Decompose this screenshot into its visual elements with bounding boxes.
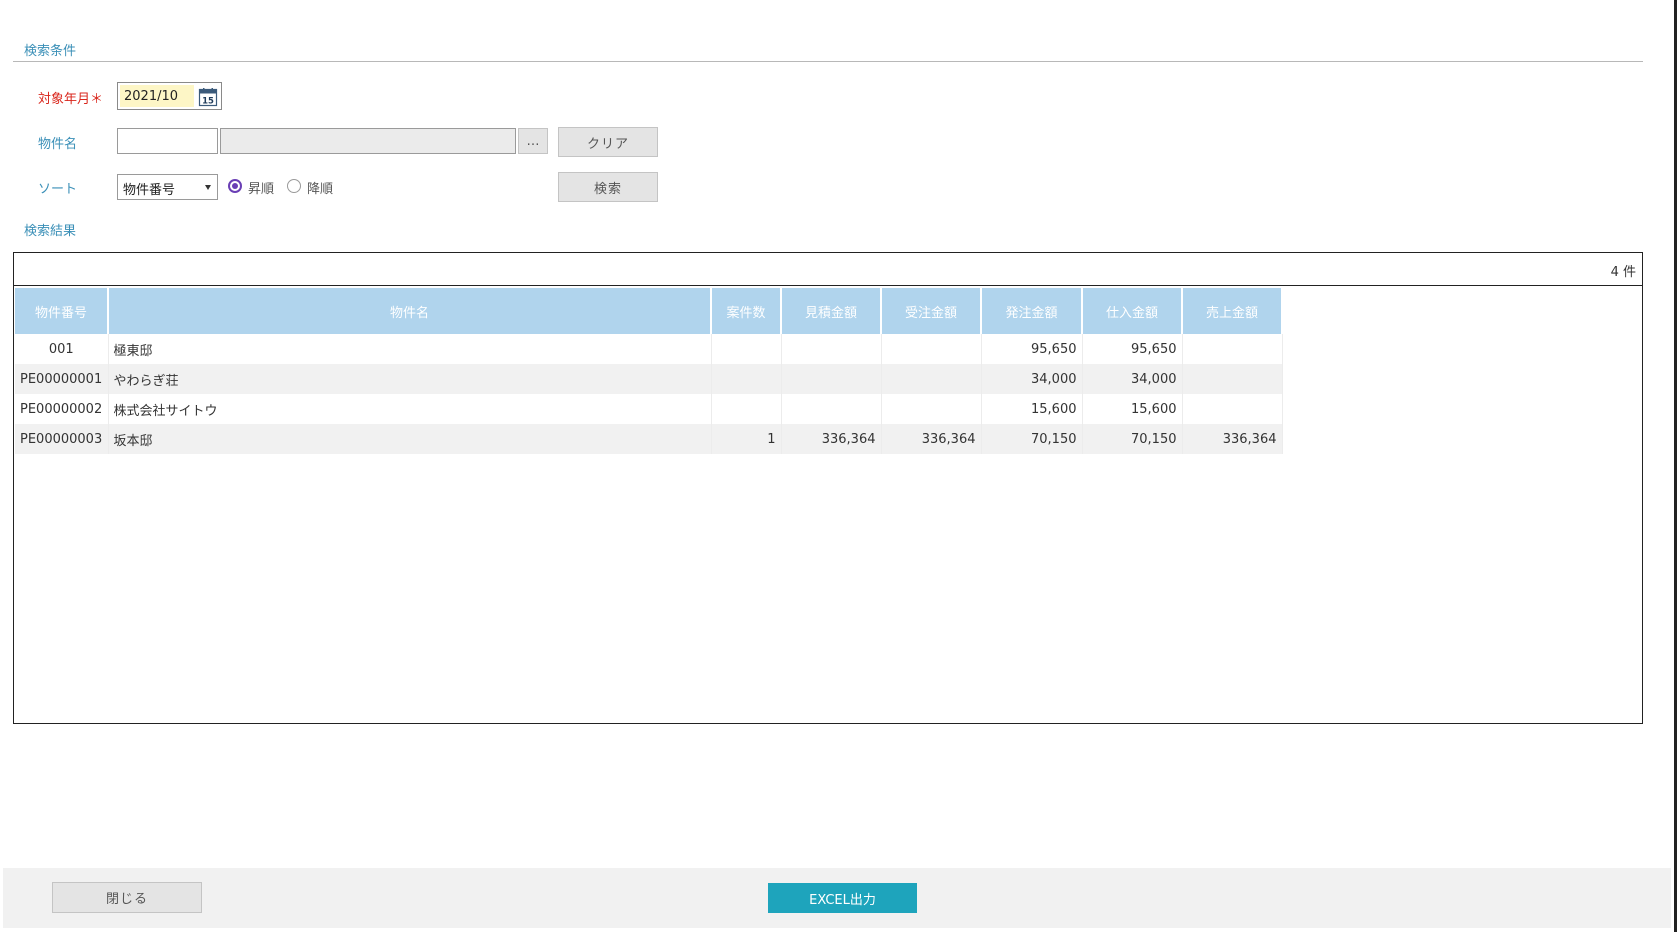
results-table: 物件番号 物件名 案件数 見積金額 受注金額 発注金額 仕入金額 売上金額 00… (15, 288, 1283, 454)
target-month-field: 15 (117, 82, 222, 110)
cell-case-count: 1 (711, 424, 782, 454)
results-panel: 4 件 物件番号 物件名 案件数 見積金額 受注金額 発注金額 仕入金額 売上金… (13, 252, 1643, 724)
result-count: 4 件 (1610, 265, 1636, 280)
cell-order-placed-amount: 95,650 (981, 334, 1083, 364)
search-conditions-title: 検索条件 (24, 44, 77, 59)
cell-order-received-amount: 336,364 (881, 424, 982, 454)
cell-order-placed-amount: 34,000 (981, 364, 1083, 394)
sort-descending-radio[interactable] (287, 179, 301, 193)
sort-select-value: 物件番号 (123, 183, 176, 198)
cell-purchase-amount: 34,000 (1082, 364, 1183, 394)
table-header-row: 物件番号 物件名 案件数 見積金額 受注金額 発注金額 仕入金額 売上金額 (15, 288, 1283, 334)
section-divider (13, 61, 1643, 62)
cell-property-code: PE00000003 (15, 424, 109, 454)
cell-property-code: PE00000002 (15, 394, 109, 424)
cell-sales-amount (1182, 334, 1283, 364)
cell-order-received-amount (881, 364, 982, 394)
cell-order-received-amount (881, 334, 982, 364)
sort-label: ソート (38, 182, 78, 197)
cell-property-name: 極東邸 (108, 334, 712, 364)
table-row[interactable]: PE00000003 坂本邸 1 336,364 336,364 70,150 … (15, 424, 1283, 454)
calendar-icon[interactable]: 15 (198, 87, 218, 107)
cell-property-code: 001 (15, 334, 109, 364)
cell-order-received-amount (881, 394, 982, 424)
table-row[interactable]: 001 極東邸 95,650 95,650 (15, 334, 1283, 364)
column-header-purchase-amount[interactable]: 仕入金額 (1082, 288, 1183, 334)
cell-order-placed-amount: 70,150 (981, 424, 1083, 454)
column-header-estimate-amount[interactable]: 見積金額 (781, 288, 882, 334)
column-header-property-code[interactable]: 物件番号 (15, 288, 109, 334)
search-results-title: 検索結果 (24, 224, 77, 239)
cell-case-count (711, 364, 782, 394)
cell-property-name: やわらぎ荘 (108, 364, 712, 394)
cell-property-name: 坂本邸 (108, 424, 712, 454)
sort-select[interactable]: 物件番号 (117, 174, 218, 200)
cell-estimate-amount (781, 394, 882, 424)
sort-descending-label[interactable]: 降順 (307, 178, 333, 197)
cell-estimate-amount (781, 334, 882, 364)
svg-text:15: 15 (202, 97, 214, 107)
cell-sales-amount (1182, 364, 1283, 394)
search-button[interactable]: 検索 (558, 172, 658, 202)
column-header-sales-amount[interactable]: 売上金額 (1182, 288, 1283, 334)
target-month-input[interactable] (120, 85, 194, 107)
dropdown-arrow-icon (205, 185, 211, 190)
close-button[interactable]: 閉じる (52, 882, 202, 913)
target-month-label: 対象年月＊ (38, 92, 104, 107)
sort-ascending-radio[interactable] (228, 179, 242, 193)
sort-ascending-label[interactable]: 昇順 (248, 178, 274, 197)
property-lookup-button[interactable]: … (518, 128, 548, 154)
table-row[interactable]: PE00000001 やわらぎ荘 34,000 34,000 (15, 364, 1283, 394)
excel-export-button[interactable]: EXCEL出力 (768, 883, 917, 913)
cell-estimate-amount (781, 364, 882, 394)
column-header-property-name[interactable]: 物件名 (108, 288, 712, 334)
property-code-input[interactable] (117, 128, 218, 154)
table-row[interactable]: PE00000002 株式会社サイトウ 15,600 15,600 (15, 394, 1283, 424)
cell-case-count (711, 394, 782, 424)
cell-property-name: 株式会社サイトウ (108, 394, 712, 424)
cell-sales-amount: 336,364 (1182, 424, 1283, 454)
cell-estimate-amount: 336,364 (781, 424, 882, 454)
cell-case-count (711, 334, 782, 364)
result-count-bar: 4 件 (14, 253, 1642, 286)
cell-purchase-amount: 15,600 (1082, 394, 1183, 424)
clear-button[interactable]: クリア (558, 127, 658, 157)
cell-purchase-amount: 95,650 (1082, 334, 1183, 364)
property-name-display (220, 128, 516, 154)
cell-purchase-amount: 70,150 (1082, 424, 1183, 454)
column-header-case-count[interactable]: 案件数 (711, 288, 782, 334)
cell-sales-amount (1182, 394, 1283, 424)
cell-property-code: PE00000001 (15, 364, 109, 394)
cell-order-placed-amount: 15,600 (981, 394, 1083, 424)
property-name-label: 物件名 (38, 137, 78, 152)
column-header-order-placed-amount[interactable]: 発注金額 (981, 288, 1083, 334)
column-header-order-received-amount[interactable]: 受注金額 (881, 288, 982, 334)
